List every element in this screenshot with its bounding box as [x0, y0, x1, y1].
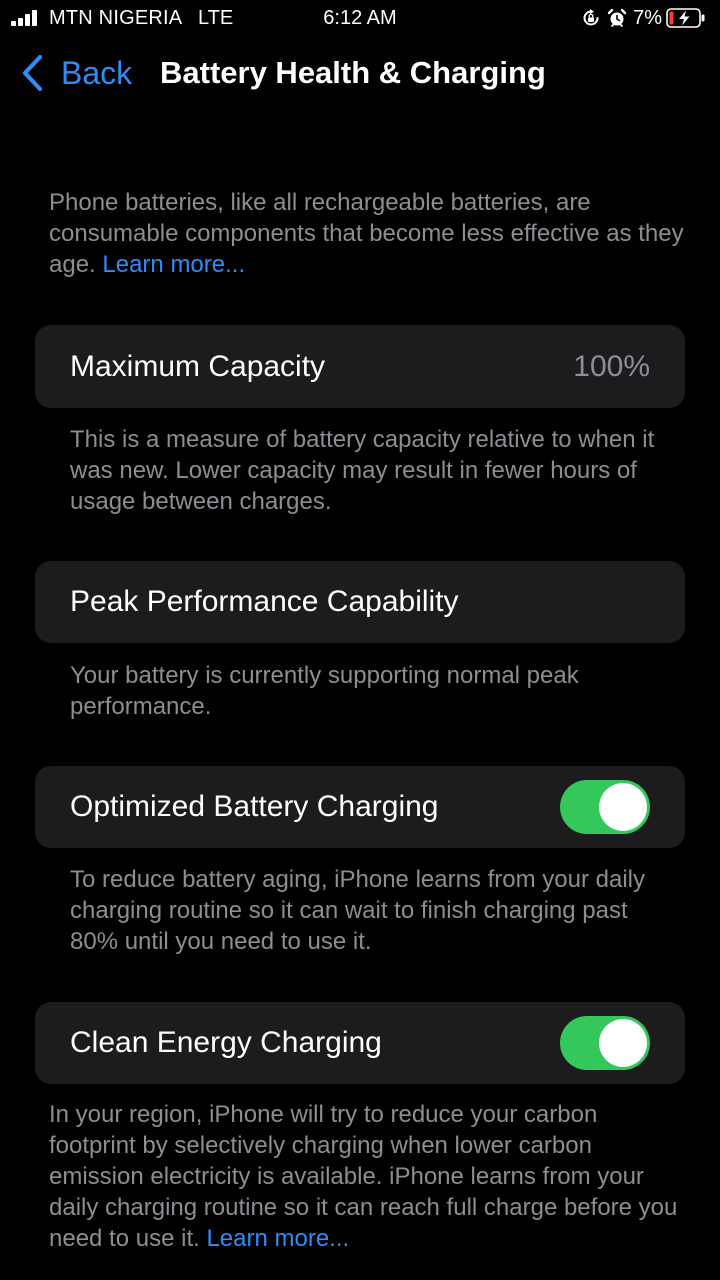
peak-performance-description: Your battery is currently supporting nor… [70, 662, 579, 720]
peak-performance-row: Peak Performance Capability [35, 561, 685, 643]
maximum-capacity-value: 100% [573, 350, 650, 383]
page-title: Battery Health & Charging [160, 55, 546, 90]
optimized-charging-row: Optimized Battery Charging [35, 766, 685, 848]
optimized-charging-label: Optimized Battery Charging [70, 790, 439, 823]
clean-energy-label: Clean Energy Charging [70, 1026, 382, 1059]
intro-description: Phone batteries, like all rechargeable b… [49, 187, 689, 280]
maximum-capacity-row: Maximum Capacity 100% [35, 325, 685, 408]
toggle-knob [599, 783, 647, 831]
clean-energy-learn-more-link[interactable]: Learn more... [206, 1225, 349, 1252]
battery-charging-icon [666, 8, 705, 28]
intro-learn-more-link[interactable]: Learn more... [102, 251, 245, 278]
clean-energy-toggle[interactable] [560, 1016, 650, 1070]
status-bar: MTN NIGERIA LTE 6:12 AM 7% [0, 0, 720, 36]
clean-energy-description: In your region, iPhone will try to reduc… [49, 1099, 689, 1254]
clean-energy-text: In your region, iPhone will try to reduc… [49, 1101, 678, 1252]
optimized-charging-description: To reduce battery aging, iPhone learns f… [70, 866, 645, 955]
optimized-charging-toggle[interactable] [560, 780, 650, 834]
battery-percentage: 7% [633, 6, 662, 29]
alarm-clock-icon [607, 8, 627, 27]
chevron-left-icon [22, 54, 43, 92]
back-button[interactable]: Back [20, 52, 132, 94]
maximum-capacity-description: This is a measure of battery capacity re… [70, 426, 655, 515]
clean-energy-row: Clean Energy Charging [35, 1002, 685, 1084]
status-indicators: 7% [581, 6, 706, 30]
maximum-capacity-label: Maximum Capacity [70, 350, 326, 383]
peak-performance-label: Peak Performance Capability [70, 585, 459, 618]
back-button-label: Back [61, 54, 133, 91]
orientation-lock-icon [583, 9, 599, 26]
toggle-knob [599, 1019, 647, 1067]
